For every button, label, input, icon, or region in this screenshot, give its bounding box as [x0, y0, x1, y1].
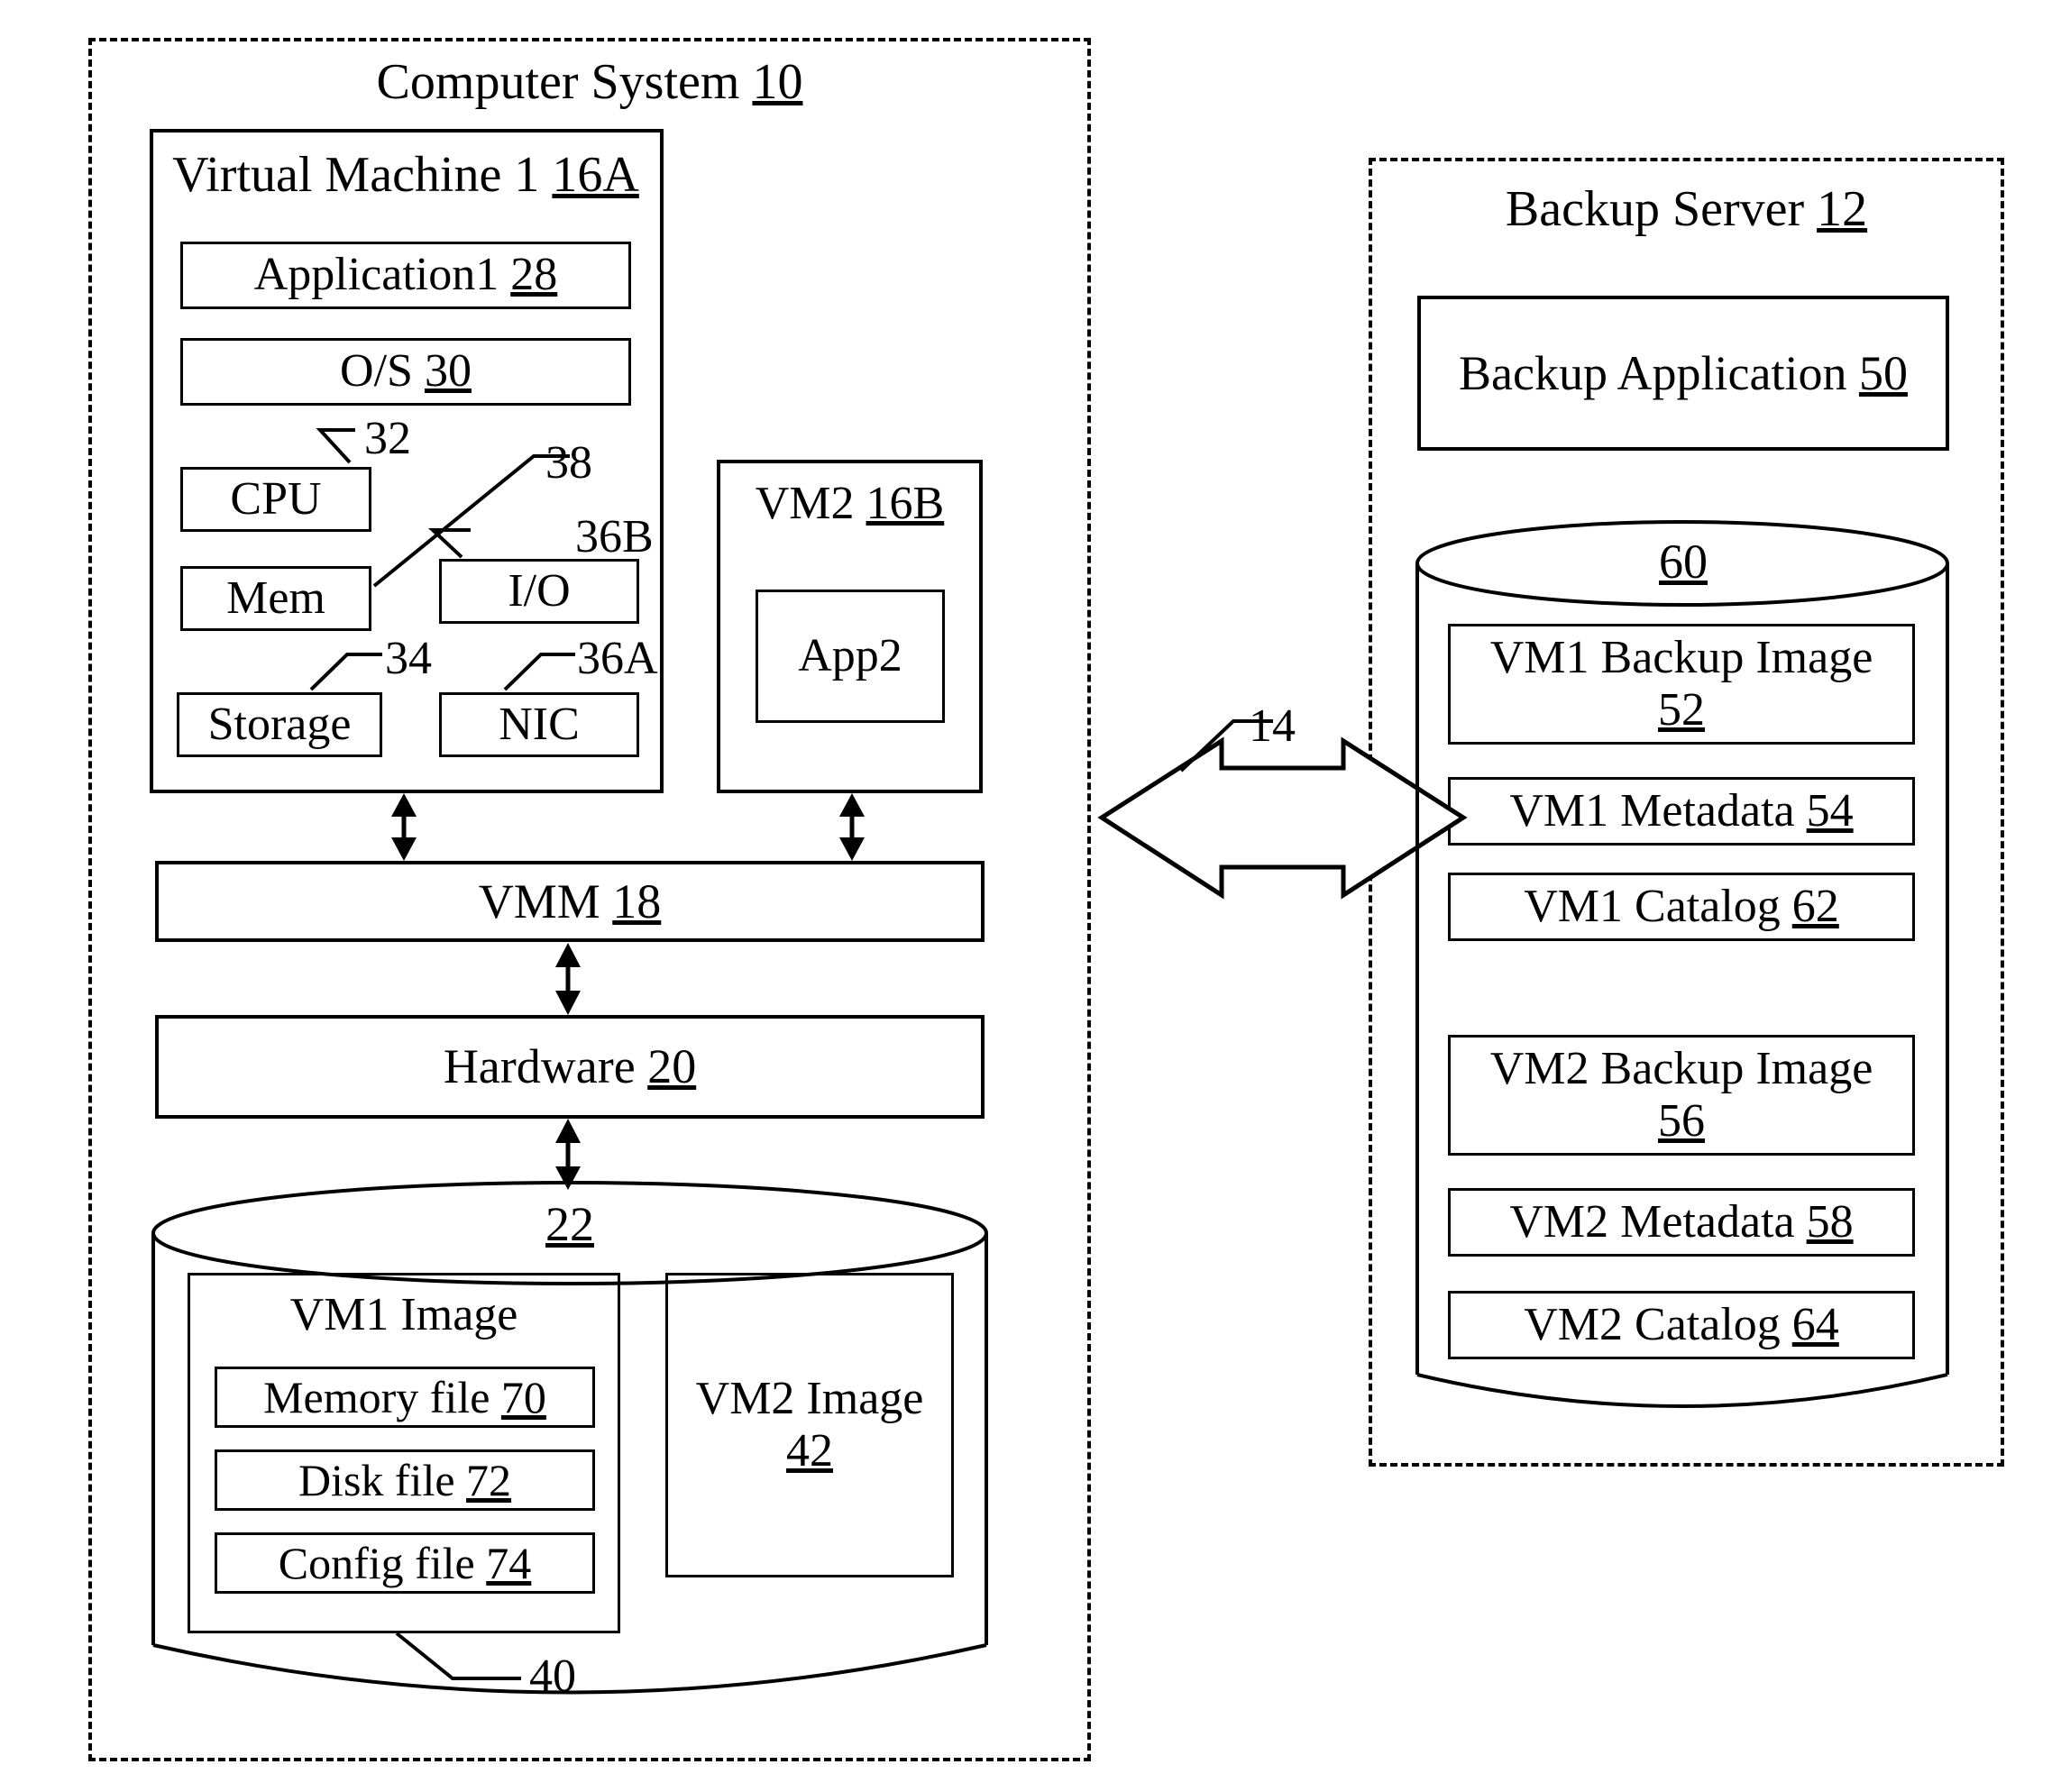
backup-application-box: Backup Application 50: [1417, 296, 1949, 451]
vm1-title-text: Virtual Machine 1: [172, 147, 540, 203]
vm2-metadata-label: VM2 Metadata: [1509, 1195, 1795, 1248]
vm2-ref: 16B: [866, 478, 945, 529]
mem-label: Mem: [226, 571, 325, 624]
backup-cylinder-ref: 60: [1659, 535, 1708, 589]
storage-box: Storage: [177, 692, 382, 757]
vm1-title: Virtual Machine 1 16A: [153, 149, 658, 202]
vm1-catalog-box: VM1 Catalog 62: [1448, 873, 1915, 941]
network-label: Network: [1140, 791, 1312, 846]
vm1-metadata-box: VM1 Metadata 54: [1448, 777, 1915, 846]
backup-server-title-text: Backup Server: [1505, 181, 1805, 237]
os-box: O/S 30: [180, 338, 631, 406]
vm2-backup-image-box: VM2 Backup Image 56: [1448, 1035, 1915, 1156]
vm2-catalog-ref: 64: [1791, 1298, 1839, 1350]
hardware-label: Hardware: [443, 1039, 636, 1094]
io-ref: 36B: [575, 511, 654, 562]
vm2-backup-image-label: VM2 Backup Image: [1489, 1042, 1873, 1094]
app2-label: App2: [798, 629, 902, 681]
config-file-label: Config file: [278, 1538, 475, 1588]
mem-box: Mem: [180, 566, 371, 631]
figure-canvas: Computer System 10 Virtual Machine 1 16A…: [0, 0, 2061, 1792]
storage-ref: 34: [385, 633, 432, 684]
vm1-image-title: VM1 Image: [289, 1289, 518, 1340]
vm1-metadata-ref: 54: [1806, 784, 1854, 837]
vm2-title: VM2 16B: [717, 478, 983, 529]
vm2-image-title: VM2 Image: [695, 1372, 924, 1424]
cpu-box: CPU: [180, 467, 371, 532]
vm2-title-text: VM2: [755, 478, 855, 529]
backup-server-ref: 12: [1817, 181, 1868, 237]
vm1-backup-image-box: VM1 Backup Image 52: [1448, 624, 1915, 745]
hardware-box: Hardware 20: [155, 1015, 985, 1119]
config-file-ref: 74: [486, 1538, 532, 1588]
vm2-metadata-box: VM2 Metadata 58: [1448, 1188, 1915, 1257]
hardware-ref: 20: [647, 1039, 697, 1094]
os-ref: 30: [424, 345, 472, 398]
vm1-image-ref: 40: [529, 1650, 576, 1702]
io-box: I/O: [439, 559, 639, 624]
memory-file-ref: 70: [500, 1372, 546, 1422]
disk-file-box: Disk file 72: [215, 1449, 595, 1511]
os-label: O/S: [340, 345, 413, 398]
vm2-image-box: VM2 Image 42: [665, 1273, 954, 1577]
computer-system-title: Computer System 10: [88, 56, 1091, 109]
storage-label: Storage: [207, 698, 352, 750]
vm2-catalog-box: VM2 Catalog 64: [1448, 1291, 1915, 1359]
application1-label: Application1: [253, 249, 499, 301]
vmm-box: VMM 18: [155, 861, 985, 942]
application1-ref: 28: [510, 249, 558, 301]
nic-box: NIC: [439, 692, 639, 757]
vm1-catalog-label: VM1 Catalog: [1524, 880, 1781, 932]
disk-file-ref: 72: [466, 1455, 512, 1505]
app2-box: App2: [756, 590, 945, 723]
vm1-catalog-ref: 62: [1791, 880, 1839, 932]
vm1-metadata-label: VM1 Metadata: [1509, 784, 1795, 837]
vmm-label: VMM: [478, 873, 600, 928]
mem-ref: 38: [545, 437, 592, 489]
vm1-ref: 16A: [552, 147, 639, 203]
nic-label: NIC: [499, 698, 580, 750]
cpu-ref: 32: [364, 413, 411, 464]
vm2-metadata-ref: 58: [1806, 1195, 1854, 1248]
computer-system-ref: 10: [752, 54, 803, 110]
computer-system-title-text: Computer System: [376, 54, 740, 110]
nic-ref: 36A: [577, 633, 658, 684]
vmm-ref: 18: [612, 873, 662, 928]
cpu-label: CPU: [230, 472, 322, 525]
vm2-image-ref: 42: [786, 1425, 833, 1477]
io-label: I/O: [508, 564, 571, 617]
network-ref: 14: [1249, 700, 1296, 752]
backup-application-ref: 50: [1858, 345, 1908, 400]
memory-file-box: Memory file 70: [215, 1367, 595, 1428]
config-file-box: Config file 74: [215, 1532, 595, 1594]
application1-box: Application1 28: [180, 242, 631, 309]
backup-application-label: Backup Application: [1459, 345, 1847, 400]
left-cylinder-ref: 22: [545, 1197, 594, 1251]
backup-server-title: Backup Server 12: [1369, 183, 2004, 236]
vm2-catalog-label: VM2 Catalog: [1524, 1298, 1781, 1350]
disk-file-label: Disk file: [298, 1455, 455, 1505]
vm1-backup-image-ref: 52: [1658, 684, 1705, 736]
vm2-backup-image-ref: 56: [1658, 1095, 1705, 1147]
vm1-backup-image-label: VM1 Backup Image: [1489, 631, 1873, 683]
memory-file-label: Memory file: [263, 1372, 490, 1422]
